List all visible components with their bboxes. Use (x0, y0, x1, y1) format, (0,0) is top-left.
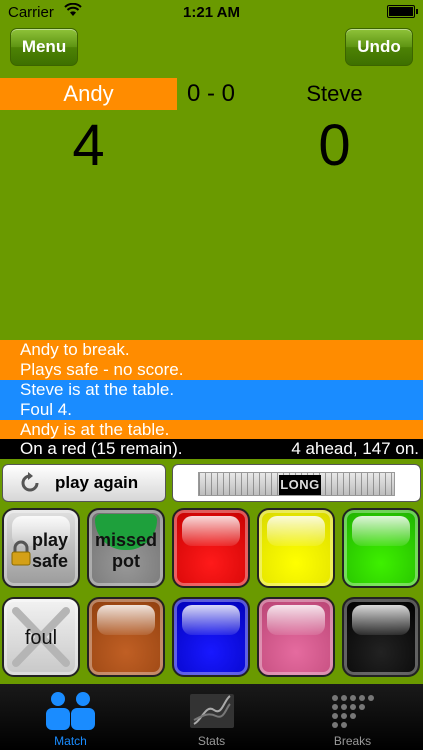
foul-button[interactable]: foul (2, 597, 80, 677)
tab-stats[interactable]: Stats (141, 684, 282, 750)
missed-pot-line2: pot (112, 551, 140, 571)
brown-ball-button[interactable] (87, 597, 165, 677)
frame-status: On a red (15 remain). 4 ahead, 147 on. (0, 439, 423, 459)
log-line: Plays safe - no score. (0, 360, 423, 380)
player-left-score: 4 (72, 113, 105, 178)
shot-length-slider[interactable]: LONG (172, 464, 421, 502)
clock: 1:21 AM (183, 4, 240, 21)
lock-icon (11, 540, 31, 566)
match-log: Andy to break. Plays safe - no score. St… (0, 340, 423, 440)
play-safe-line2: safe (32, 551, 69, 571)
button-gloss (352, 605, 410, 635)
button-gloss (352, 516, 410, 546)
battery-icon (387, 5, 418, 18)
foul-label: foul (24, 627, 58, 649)
play-safe-line1: play (32, 530, 69, 550)
play-safe-label: play safe (32, 530, 78, 572)
play-safe-button[interactable]: play safe (2, 508, 80, 588)
frame-score: 0 - 0 (186, 80, 236, 107)
status-bar: Carrier 1:21 AM (0, 0, 423, 24)
log-line: Andy to break. (0, 340, 423, 360)
slider-knob[interactable]: LONG (279, 475, 321, 495)
button-gloss (267, 516, 325, 546)
red-ball-button[interactable] (172, 508, 250, 588)
tab-breaks-label: Breaks (333, 734, 372, 748)
play-again-label: play again (55, 473, 139, 492)
log-line: Andy is at the table. (0, 420, 423, 440)
button-gloss (182, 516, 240, 546)
log-line: Foul 4. (0, 400, 423, 420)
breaks-dots-icon (331, 695, 374, 728)
missed-pot-label: missed pot (89, 530, 163, 572)
pink-ball-button[interactable] (257, 597, 335, 677)
remaining-status: On a red (15 remain). (20, 439, 183, 458)
tab-match-label: Match (54, 734, 87, 748)
slider-track[interactable]: LONG (198, 472, 395, 496)
button-gloss (267, 605, 325, 635)
log-line: Steve is at the table. (0, 380, 423, 400)
refresh-icon (21, 472, 39, 492)
blue-ball-button[interactable] (172, 597, 250, 677)
black-ball-button[interactable] (342, 597, 420, 677)
button-gloss (97, 605, 155, 635)
missed-pot-button[interactable]: missed pot (87, 508, 165, 588)
lead-status: 4 ahead, 147 on. (291, 439, 419, 458)
green-ball-button[interactable] (342, 508, 420, 588)
stats-graph-icon (189, 694, 234, 728)
tab-breaks[interactable]: Breaks (282, 684, 423, 750)
menu-button[interactable]: Menu (10, 28, 78, 66)
player-right-score: 0 (318, 113, 351, 178)
tab-stats-label: Stats (197, 734, 226, 748)
missed-pot-line1: missed (94, 530, 158, 550)
play-again-button[interactable]: play again (2, 464, 166, 502)
player-right-name: Steve (306, 81, 363, 106)
button-gloss (182, 605, 240, 635)
tab-match[interactable]: Match (0, 684, 141, 750)
player-left-name: Andy (0, 78, 177, 110)
undo-button[interactable]: Undo (345, 28, 413, 66)
players-icon (45, 692, 95, 730)
yellow-ball-button[interactable] (257, 508, 335, 588)
tab-bar: Match Stats Breaks (0, 684, 423, 750)
